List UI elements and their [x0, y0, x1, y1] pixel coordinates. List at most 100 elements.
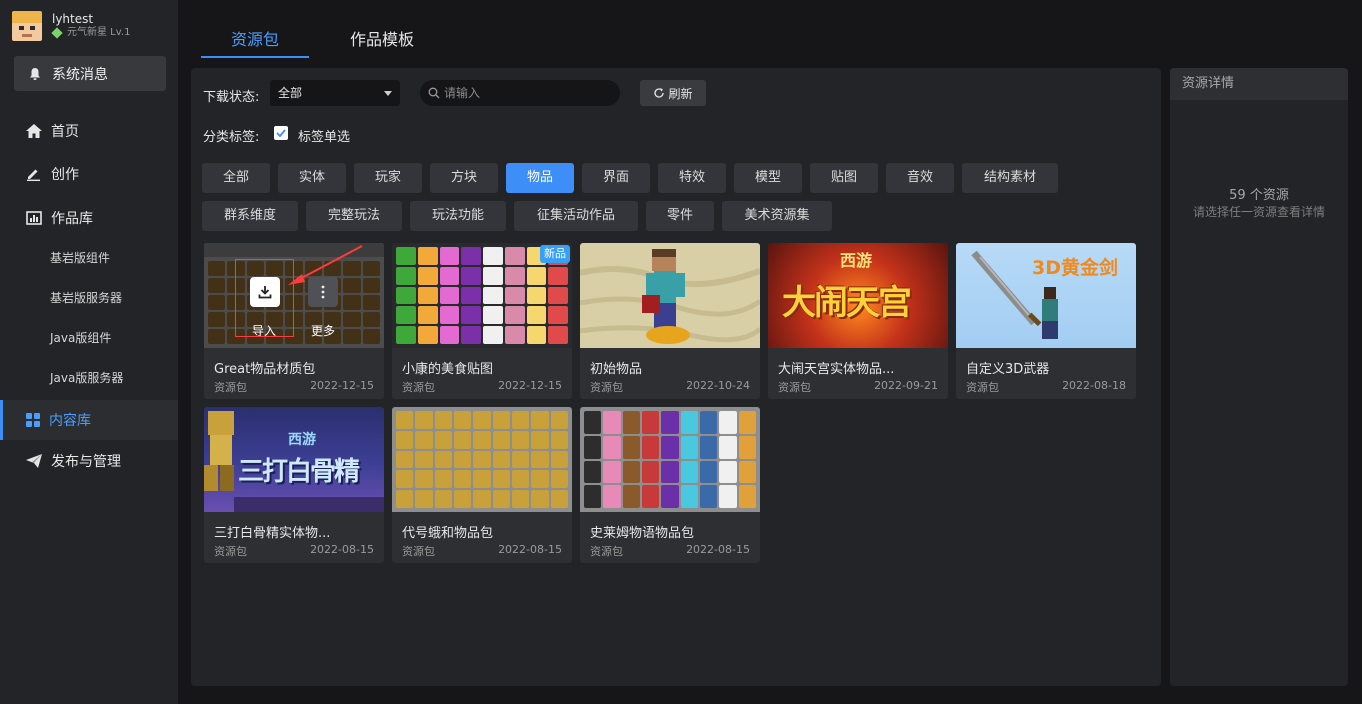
category-chip[interactable]: 方块 — [430, 163, 498, 193]
thumbnail-pixel — [603, 411, 621, 434]
sidebar-item-bedrock-servers[interactable]: 基岩版服务器 — [50, 288, 122, 308]
thumbnail-pixel — [526, 266, 547, 285]
category-chip[interactable]: 结构素材 — [962, 163, 1058, 193]
single-select-checkbox[interactable] — [274, 126, 288, 140]
thumbnail-pixel — [434, 450, 452, 469]
search-box[interactable] — [420, 80, 620, 106]
resource-count: 59 个资源 — [1229, 188, 1289, 203]
caret-down-icon — [384, 91, 392, 96]
thumbnail-pixel — [512, 411, 530, 429]
card-date: 2022-09-21 — [874, 379, 938, 392]
download-status-select[interactable]: 全部 — [270, 80, 400, 106]
category-chip[interactable]: 音效 — [886, 163, 954, 193]
resource-card[interactable]: 西游 大闹天宫 大闹天宫实体物品... 资源包 2022-09-21 — [768, 243, 948, 399]
category-chip[interactable]: 玩法功能 — [410, 201, 506, 231]
category-chip-active[interactable]: 物品 — [506, 163, 574, 193]
thumbnail-pixel — [439, 286, 460, 305]
thumbnail-pixel — [439, 306, 460, 325]
card-title: 大闹天宫实体物品... — [778, 362, 895, 377]
thumbnail-pixel — [584, 485, 602, 508]
thumbnail-pixel — [700, 460, 718, 484]
sidebar-item-java-components[interactable]: Java版组件 — [50, 328, 111, 348]
category-chip[interactable]: 美术资源集 — [722, 201, 832, 231]
sidebar-item-home[interactable]: 首页 — [0, 113, 178, 149]
resource-card[interactable]: 代号蛾和物品包 资源包 2022-08-15 — [392, 407, 572, 563]
category-chip[interactable]: 界面 — [582, 163, 650, 193]
resource-card[interactable]: 史莱姆物语物品包 资源包 2022-08-15 — [580, 407, 760, 563]
grid-icon — [26, 413, 40, 427]
paper-plane-icon — [26, 454, 42, 468]
card-type: 资源包 — [402, 381, 435, 394]
card-title: 自定义3D武器 — [966, 362, 1050, 377]
thumbnail-pixel — [417, 266, 438, 285]
category-chip[interactable]: 玩家 — [354, 163, 422, 193]
resource-card[interactable]: 新品 小康的美食贴图 资源包 2022-12-15 — [392, 243, 572, 399]
user-name: lyhtest — [52, 12, 94, 26]
sidebar-item-java-servers[interactable]: Java版服务器 — [50, 368, 123, 388]
thumbnail-pixel — [512, 490, 530, 508]
thumbnail-pixel — [483, 326, 503, 344]
category-chip[interactable]: 全部 — [202, 163, 270, 193]
avatar[interactable] — [12, 11, 42, 41]
thumbnail-pixel — [454, 490, 472, 508]
category-chip[interactable]: 征集活动作品 — [514, 201, 638, 231]
sidebar-item-content-library[interactable]: 内容库 — [0, 400, 178, 440]
refresh-button[interactable]: 刷新 — [640, 80, 706, 106]
category-chip[interactable]: 模型 — [734, 163, 802, 193]
user-profile[interactable]: lyhtest 元气新星 Lv.1 — [12, 8, 130, 44]
sidebar-item-works[interactable]: 作品库 — [0, 200, 178, 236]
thumbnail-pixel — [439, 326, 460, 344]
thumbnail-pixel — [719, 411, 737, 434]
thumbnail-pixel — [415, 411, 433, 429]
thumbnail-pixel — [396, 450, 414, 469]
category-chip[interactable]: 实体 — [278, 163, 346, 193]
pencil-icon — [27, 169, 40, 181]
thumbnail-pixel — [512, 450, 530, 469]
resource-card[interactable]: 初始物品 资源包 2022-10-24 — [580, 243, 760, 399]
sidebar-item-create[interactable]: 创作 — [0, 156, 178, 192]
category-chip[interactable]: 贴图 — [810, 163, 878, 193]
thumbnail-pixel — [661, 435, 679, 459]
thumbnail-pixel — [680, 485, 698, 508]
resource-card[interactable]: 导入 更多 Great物品材质包 资源包 2022-12-15 — [204, 243, 384, 399]
home-icon — [26, 124, 42, 138]
system-messages-button[interactable]: 系统消息 — [14, 56, 166, 91]
category-chip[interactable]: 完整玩法 — [306, 201, 402, 231]
thumbnail-pixel — [642, 435, 660, 459]
thumbnail-pixel — [642, 485, 660, 508]
refresh-icon — [654, 88, 665, 98]
resource-card[interactable]: 西游 三打白骨精 三打白骨精实体物... 资源包 2022-08-15 — [204, 407, 384, 563]
thumbnail-pixel — [396, 430, 414, 449]
category-chip[interactable]: 零件 — [646, 201, 714, 231]
sidebar-item-label: 创作 — [51, 167, 79, 183]
card-thumbnail: 西游 三打白骨精 — [204, 407, 384, 512]
thumbnail-pixel — [661, 485, 679, 508]
tab-work-templates[interactable]: 作品模板 — [350, 26, 414, 50]
tab-resource-packs[interactable]: 资源包 — [231, 26, 279, 50]
thumbnail-pixel — [738, 435, 756, 459]
sidebar-item-label: 作品库 — [51, 211, 93, 227]
thumbnail-pixel — [584, 460, 602, 484]
thumbnail-pixel — [492, 450, 510, 469]
thumbnail-pixel — [454, 430, 472, 449]
sidebar-item-bedrock-components[interactable]: 基岩版组件 — [50, 248, 110, 268]
search-input[interactable] — [444, 86, 604, 100]
sidebar-item-publish[interactable]: 发布与管理 — [0, 443, 178, 479]
thumbnail-pixel — [531, 490, 549, 508]
thumbnail-pixel — [396, 286, 416, 305]
single-select-label: 标签单选 — [298, 130, 351, 145]
thumbnail-pixel — [492, 470, 510, 489]
user-level: 元气新星 Lv.1 — [67, 27, 131, 38]
thumbnail-pixel — [415, 470, 433, 489]
thumbnail-pixel — [454, 470, 472, 489]
thumbnail-pixel — [603, 485, 621, 508]
thumbnail-pixel — [434, 411, 452, 429]
new-badge: 新品 — [540, 245, 570, 263]
thumbnail-pixel — [738, 485, 756, 508]
thumbnail-pixel — [512, 470, 530, 489]
thumbnail-pixel — [531, 470, 549, 489]
category-chip[interactable]: 群系维度 — [202, 201, 298, 231]
resource-card[interactable]: 3D黄金剑 自定义3D武器 资源包 2022-08-18 — [956, 243, 1136, 399]
sidebar: lyhtest 元气新星 Lv.1 系统消息 首页 创作 作品库 基岩版组件 基… — [0, 0, 178, 704]
category-chip[interactable]: 特效 — [658, 163, 726, 193]
